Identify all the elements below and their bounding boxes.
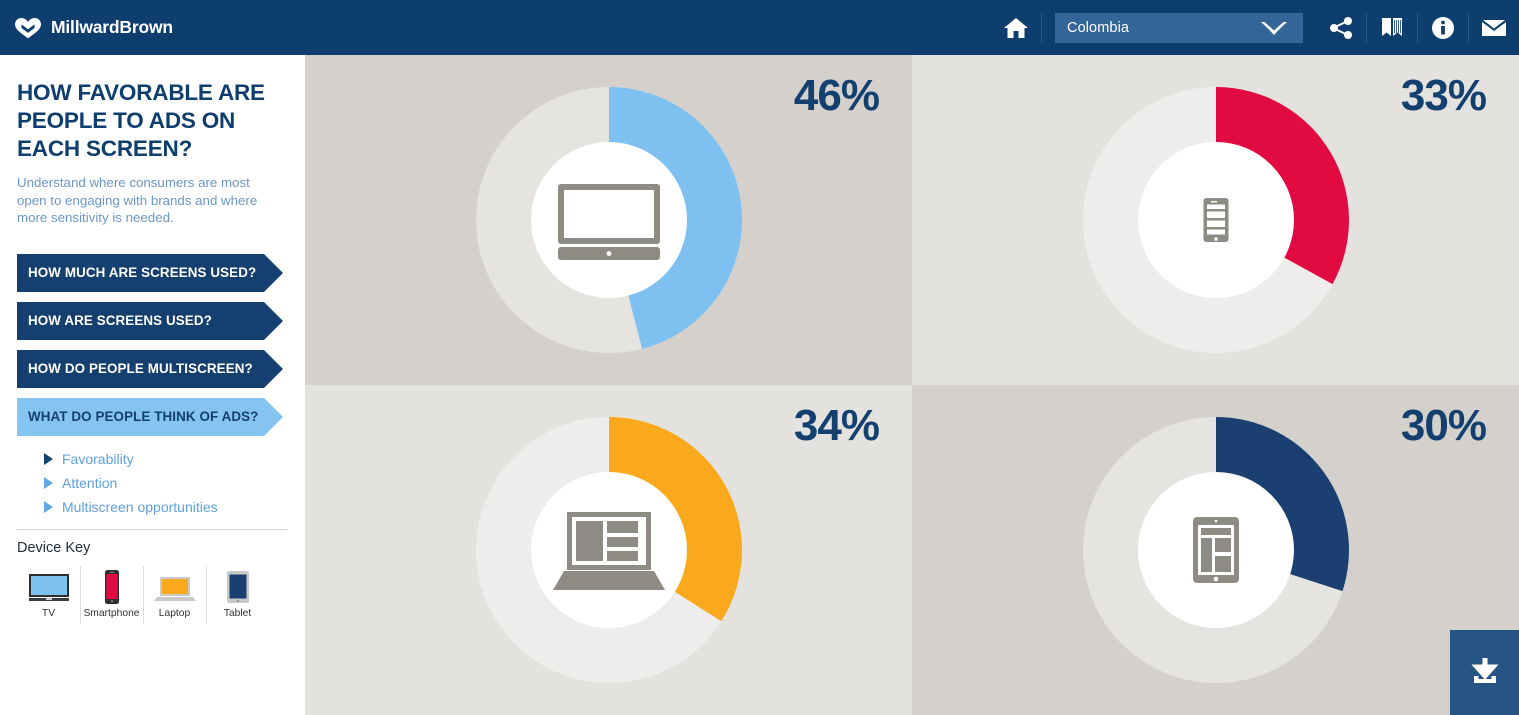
header-actions: Colombia <box>991 0 1519 55</box>
triangle-right-icon <box>44 452 53 465</box>
chart-panel-smartphone: 33% <box>912 55 1519 385</box>
device-key-label: Tablet <box>223 607 252 619</box>
chevron-down-icon <box>1261 21 1287 35</box>
download-icon <box>1470 657 1499 683</box>
chart-value-laptop: 34% <box>793 401 880 450</box>
chart-value-tv: 46% <box>793 71 880 120</box>
device-key-label: Laptop <box>158 607 191 619</box>
nav-label: WHAT DO PEOPLE THINK OF ADS? <box>28 409 259 424</box>
subnav-item-multiscreen-opportunities[interactable]: Multiscreen opportunities <box>44 495 305 519</box>
sidebar: HOW FAVORABLE ARE PEOPLE TO ADS ON EACH … <box>0 55 305 715</box>
device-key-label: Smartphone <box>83 607 140 619</box>
info-icon[interactable] <box>1418 0 1468 55</box>
subnav-item-attention[interactable]: Attention <box>44 471 305 495</box>
tv-icon <box>558 184 660 260</box>
device-key-item-tablet: Tablet <box>206 564 269 626</box>
primary-nav: HOW MUCH ARE SCREENS USED? HOW ARE SCREE… <box>0 253 305 436</box>
subnav-label: Favorability <box>62 450 134 467</box>
nav-label: HOW MUCH ARE SCREENS USED? <box>28 265 257 280</box>
device-key-list: TV Smartphone Laptop Tablet <box>17 564 305 626</box>
chart-panel-tablet: 30% <box>912 385 1519 715</box>
page-description: Understand where consumers are most open… <box>17 175 258 225</box>
subnav-item-favorability[interactable]: Favorability <box>44 447 305 471</box>
device-key-item-smartphone: Smartphone <box>80 564 143 626</box>
home-icon[interactable] <box>991 0 1041 55</box>
chart-value-tablet: 30% <box>1400 401 1487 450</box>
smartphone-icon <box>1203 198 1229 242</box>
device-key-item-laptop: Laptop <box>143 564 206 626</box>
header-divider <box>1041 12 1042 43</box>
laptop-icon <box>153 564 197 604</box>
nav-label: HOW ARE SCREENS USED? <box>28 313 212 328</box>
charts-grid: 46% 33% 34% 30% <box>305 55 1519 715</box>
triangle-right-icon <box>44 500 53 513</box>
device-key-title: Device Key <box>17 539 91 556</box>
nav-item-how-are-screens-used[interactable]: HOW ARE SCREENS USED? <box>17 301 283 340</box>
nav-item-how-much-are-screens-used[interactable]: HOW MUCH ARE SCREENS USED? <box>17 253 283 292</box>
subnav-label: Attention <box>62 474 118 491</box>
page-title: HOW FAVORABLE ARE PEOPLE TO ADS ON EACH … <box>17 80 265 161</box>
app-root: MillwardBrown Colombia HOW FAVORABLE ARE… <box>0 0 1519 715</box>
country-value: Colombia <box>1067 19 1130 36</box>
mail-icon[interactable] <box>1469 0 1519 55</box>
triangle-right-icon <box>44 476 53 489</box>
smartphone-icon <box>102 564 122 604</box>
nav-item-how-do-people-multiscreen[interactable]: HOW DO PEOPLE MULTISCREEN? <box>17 349 283 388</box>
brand-name: MillwardBrown <box>51 17 173 37</box>
tv-icon <box>27 564 71 604</box>
nav-label: HOW DO PEOPLE MULTISCREEN? <box>28 361 253 376</box>
share-icon[interactable] <box>1316 0 1366 55</box>
laptop-icon <box>553 512 665 590</box>
nav-item-what-do-people-think-of-ads[interactable]: WHAT DO PEOPLE THINK OF ADS? <box>17 397 283 436</box>
secondary-nav: Favorability Attention Multiscreen oppor… <box>44 447 305 519</box>
book-icon[interactable] <box>1367 0 1417 55</box>
device-key-item-tv: TV <box>17 564 80 626</box>
millward-brown-heart-logo <box>15 17 41 38</box>
download-button[interactable] <box>1450 630 1519 715</box>
chart-panel-laptop: 34% <box>305 385 912 715</box>
app-header: MillwardBrown Colombia <box>0 0 1519 55</box>
chart-panel-tv: 46% <box>305 55 912 385</box>
subnav-label: Multiscreen opportunities <box>62 498 218 515</box>
chart-value-smartphone: 33% <box>1400 71 1487 120</box>
tablet-icon <box>1193 517 1239 583</box>
brand-logo[interactable]: MillwardBrown <box>14 17 173 39</box>
device-key-label: TV <box>41 607 56 619</box>
divider <box>17 528 287 530</box>
tablet-icon <box>225 564 251 604</box>
country-select[interactable]: Colombia <box>1055 12 1303 43</box>
